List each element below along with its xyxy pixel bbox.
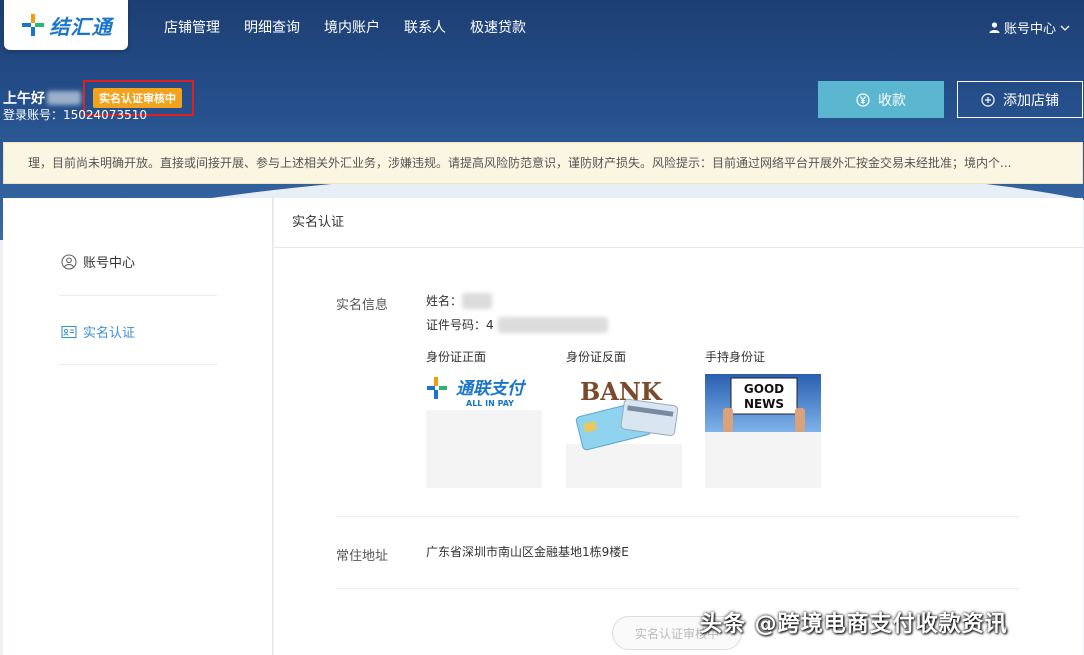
user-icon [989,22,1000,33]
sidebar-item-label: 实名认证 [83,326,136,341]
id-card-icon [61,325,77,338]
front-sub-text: ALL IN PAY [466,399,514,408]
nav-item-loans[interactable]: 极速贷款 [470,17,526,37]
name-row: 姓名： [426,292,493,309]
address-label: 常住地址 [336,549,389,564]
sidebar-divider [59,295,217,296]
good-news-sign-image: GOOD NEWS [705,374,821,432]
section-divider [336,516,1020,517]
main-nav: 店铺管理 明细查询 境内账户 联系人 极速贷款 [152,0,538,54]
account-center-label: 账号中心 [1003,22,1056,37]
login-account: 登录账号：15024073510 [3,108,147,122]
user-circle-icon [61,253,77,270]
collect-payment-label: 收款 [878,92,906,109]
risk-notice-banner: 理，目前尚未明确开放。直接或间接开展、参与上述相关外汇业务，涉嫌违规。请提高风险… [3,142,1083,184]
id-number-row: 证件号码：4 [426,316,608,333]
main-panel: 实名认证 实名信息 姓名： 证件号码：4 身份证正面 身份证反面 手持身份证 通… [274,198,1083,655]
back-word-text: BANK [580,377,663,406]
sidebar-item-label: 账号中心 [83,256,136,271]
redacted-id-number [497,316,608,333]
brand-mark-icon [21,14,44,36]
nav-item-details[interactable]: 明细查询 [244,17,300,37]
id-number-label: 证件号码：4 [426,318,494,332]
page-title: 实名认证 [274,198,1083,248]
sidebar-divider [59,364,217,365]
sidebar: 账号中心 实名认证 [3,198,273,655]
status-badge: 实名认证审核中 [93,88,182,108]
hand-line1-text: GOOD [744,382,784,396]
brand-name: 结汇通 [49,14,113,39]
redacted-username [47,91,81,105]
watermark: 头条 @跨境电商支付收款资讯 [700,612,1008,637]
section-divider [336,588,1020,589]
id-handheld-image[interactable]: GOOD NEWS [705,374,821,488]
collect-payment-button[interactable]: 收款 [818,81,944,118]
account-center-menu[interactable]: 账号中心 [989,18,1070,37]
yen-coin-icon [856,92,870,107]
realname-info-label: 实名信息 [336,298,389,313]
sidebar-item-account-center[interactable]: 账号中心 [61,252,217,271]
id-handheld-caption: 手持身份证 [705,350,766,364]
bank-cards-image: BANK [566,374,682,451]
name-label: 姓名： [426,294,463,308]
add-shop-button[interactable]: 添加店铺 [957,81,1083,118]
address-value: 广东省深圳市南山区金融基地1栋9楼E [426,545,629,559]
sidebar-item-real-name-auth[interactable]: 实名认证 [61,322,217,341]
nav-item-domestic-account[interactable]: 境内账户 [324,17,380,37]
id-back-caption: 身份证反面 [566,350,627,364]
id-front-caption: 身份证正面 [426,350,487,364]
plus-circle-icon [981,92,995,107]
allinpay-logo-image: 通联支付 ALL IN PAY [426,374,542,410]
add-shop-label: 添加店铺 [1003,92,1059,109]
nav-item-shop-management[interactable]: 店铺管理 [164,17,220,37]
redacted-name [462,292,493,309]
front-brand-text: 通联支付 [456,379,527,399]
risk-notice-text: 理，目前尚未明确开放。直接或间接开展、参与上述相关外汇业务，涉嫌违规。请提高风险… [28,156,1012,170]
brand-logo[interactable]: 结汇通 [4,0,128,50]
id-front-image[interactable]: 通联支付 ALL IN PAY [426,374,542,488]
hand-line2-text: NEWS [744,397,784,411]
chevron-down-icon [1060,25,1070,31]
greeting-text: 上午好 [3,91,45,107]
nav-item-contacts[interactable]: 联系人 [404,17,446,37]
id-back-image[interactable]: BANK [566,374,682,488]
